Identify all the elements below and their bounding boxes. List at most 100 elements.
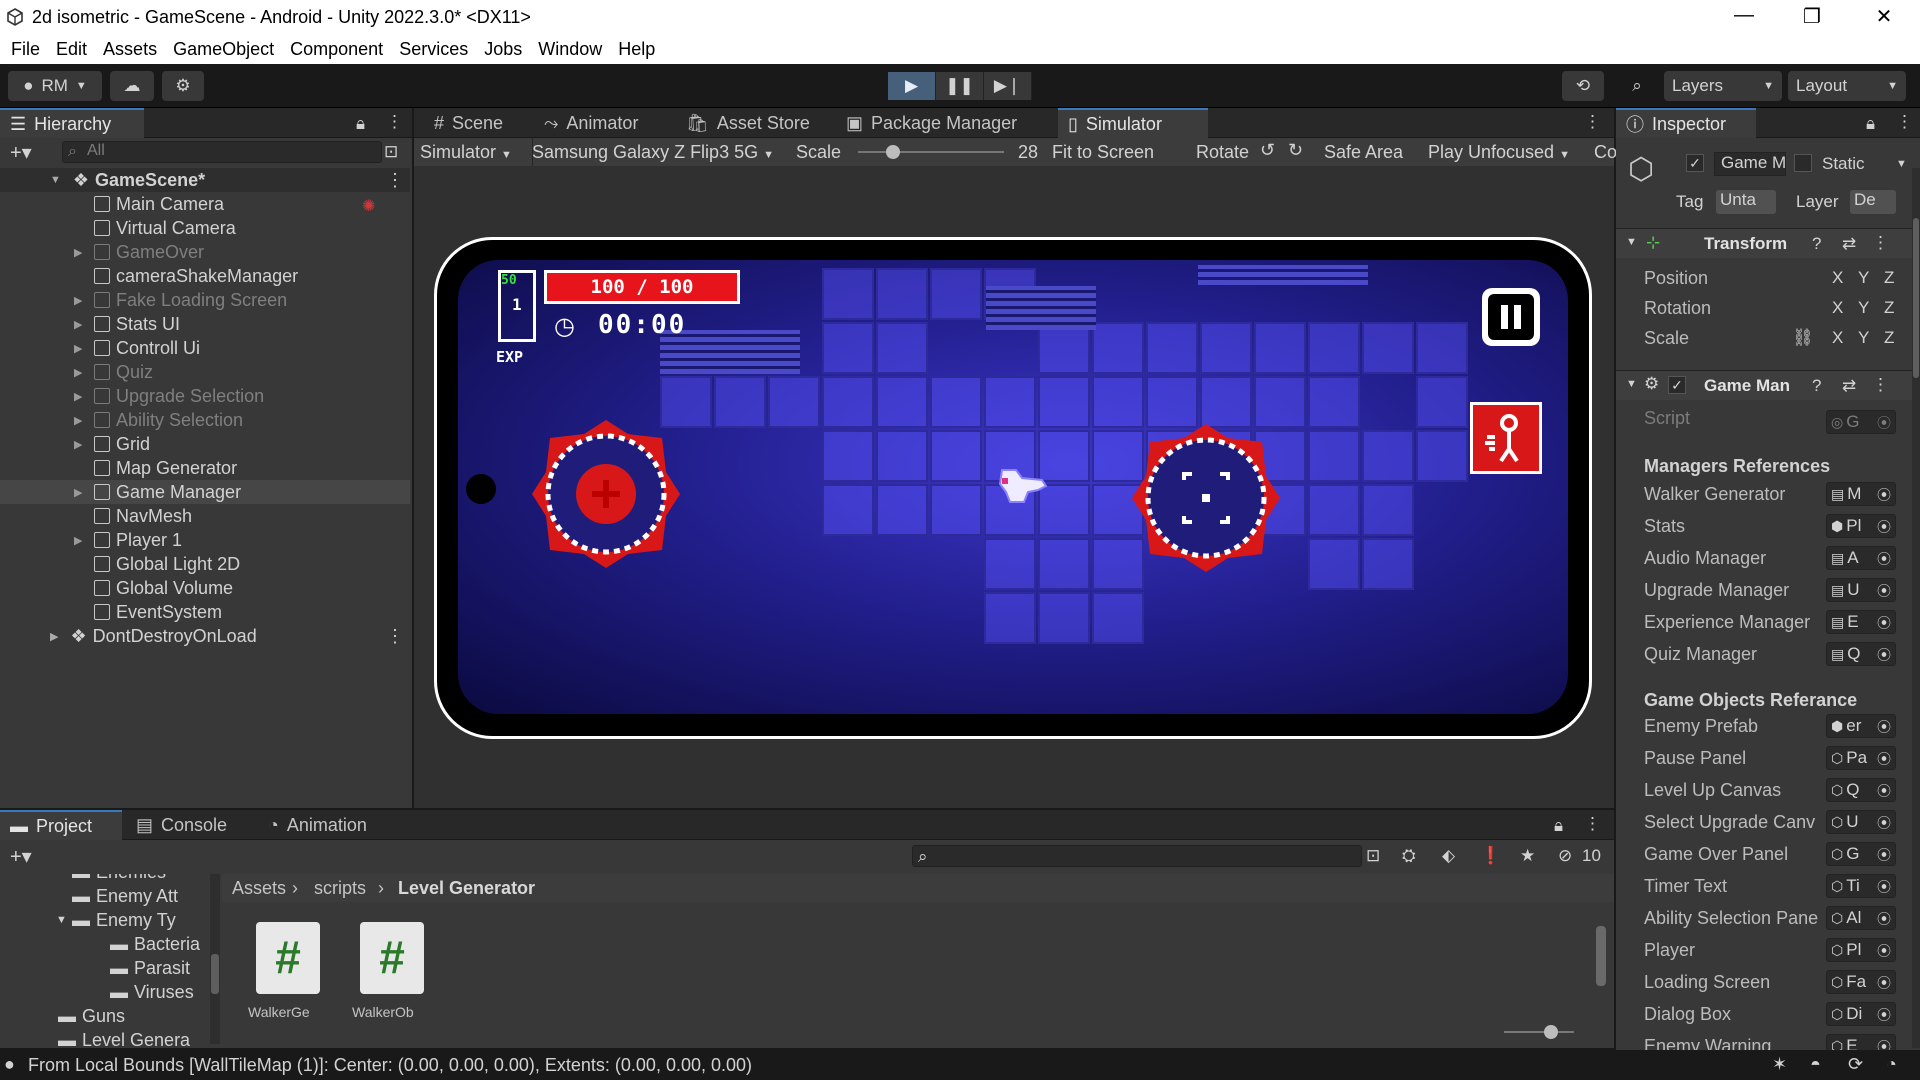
folder-item[interactable]: ▬ Guns: [58, 1004, 125, 1028]
scale-slider-handle[interactable]: [886, 145, 900, 159]
kebab-icon[interactable]: ⋮: [1896, 112, 1913, 132]
tab-simulator[interactable]: ▯ Simulator: [1058, 108, 1208, 138]
cache-icon[interactable]: ◓: [1810, 1054, 1821, 1075]
folder-item[interactable]: ▼ ▬ Enemy Ty: [56, 908, 176, 932]
kebab-icon[interactable]: ⋮: [1584, 814, 1601, 834]
lock-icon[interactable]: 🔒︎: [1554, 816, 1563, 836]
file-label[interactable]: WalkerGe: [248, 1004, 310, 1020]
object-picker-icon[interactable]: ⦿: [1877, 517, 1891, 537]
kebab-icon[interactable]: ⋮: [1584, 112, 1601, 132]
label-icon[interactable]: ⬖: [1442, 846, 1455, 866]
menu-help[interactable]: Help: [618, 39, 655, 60]
search-options-icon[interactable]: ⊡: [384, 142, 398, 162]
collapsed-arrow-icon[interactable]: ▶: [74, 534, 82, 547]
collapsed-arrow-icon[interactable]: ▶: [74, 438, 82, 451]
collapsed-arrow-icon[interactable]: ▶: [74, 342, 82, 355]
tab-asset-store[interactable]: 🛍︎ Asset Store: [676, 108, 820, 138]
dash-button[interactable]: [1470, 402, 1542, 474]
axis-field-y[interactable]: Y: [1858, 268, 1869, 288]
files-scrollbar[interactable]: [1596, 906, 1606, 1018]
object-field[interactable]: ⬡ G ⦿: [1826, 842, 1896, 866]
favorite-icon[interactable]: ★: [1520, 846, 1535, 866]
hierarchy-item[interactable]: ▶ Stats UI: [0, 312, 410, 336]
constrain-proportions-icon[interactable]: ⛓: [1792, 328, 1814, 348]
pause-button[interactable]: ❚❚: [936, 72, 984, 100]
kebab-icon[interactable]: ⋮: [1872, 375, 1889, 395]
close-icon[interactable]: ✕: [1864, 4, 1904, 30]
hierarchy-item[interactable]: ▶ Game Manager: [0, 480, 410, 504]
object-field[interactable]: ▤ E ⦿: [1826, 610, 1896, 634]
hierarchy-item[interactable]: NavMesh: [0, 504, 410, 528]
hierarchy-item[interactable]: Virtual Camera: [0, 216, 410, 240]
rotate-right-icon[interactable]: ↻: [1288, 140, 1303, 161]
object-picker-icon[interactable]: ⦿: [1877, 485, 1891, 505]
hierarchy-item[interactable]: Main Camera: [0, 192, 410, 216]
help-icon[interactable]: ?: [1812, 376, 1821, 396]
tab-project[interactable]: ▬ Project: [0, 810, 122, 840]
object-field[interactable]: ▤ M ⦿: [1826, 482, 1896, 506]
lock-icon[interactable]: 🔒︎: [356, 114, 365, 134]
collapsed-arrow-icon[interactable]: ▶: [74, 294, 82, 307]
project-search-input[interactable]: ⌕: [912, 845, 1362, 867]
play-mode-dropdown[interactable]: Play Unfocused ▼: [1428, 142, 1570, 163]
hierarchy-item[interactable]: ▶ Quiz: [0, 360, 410, 384]
layout-dropdown[interactable]: Layout ▼: [1788, 71, 1906, 101]
object-field[interactable]: ⬡ Fa ⦿: [1826, 970, 1896, 994]
axis-field-x[interactable]: X: [1832, 268, 1843, 288]
axis-field-z[interactable]: Z: [1884, 268, 1894, 288]
status-message[interactable]: From Local Bounds [WallTileMap (1)]: Cen…: [28, 1055, 752, 1076]
rotate-left-icon[interactable]: ↺: [1260, 140, 1275, 161]
expanded-arrow-icon[interactable]: ▼: [56, 914, 67, 926]
settings-icon[interactable]: ⇄: [1842, 376, 1856, 396]
menu-file[interactable]: File: [11, 39, 40, 60]
scene-row[interactable]: ▼ ❖ GameScene* ⋮: [0, 168, 410, 192]
object-field[interactable]: ⬡ Ti ⦿: [1826, 874, 1896, 898]
collapsed-arrow-icon[interactable]: ▶: [74, 246, 82, 259]
object-picker-icon[interactable]: ⦿: [1877, 941, 1891, 961]
breadcrumb-scripts[interactable]: scripts: [314, 878, 366, 899]
settings-icon[interactable]: ⇄: [1842, 234, 1856, 254]
auto-generate-icon[interactable]: ⟳: [1848, 1054, 1863, 1075]
kebab-icon[interactable]: ⋮: [386, 626, 404, 647]
axis-field-x[interactable]: X: [1832, 298, 1843, 318]
folder-item[interactable]: ▬ Level Genera: [58, 1028, 190, 1049]
tab-scene[interactable]: # Scene: [424, 108, 513, 138]
breadcrumb-assets[interactable]: Assets: [232, 878, 286, 899]
lock-icon[interactable]: 🔒︎: [1866, 114, 1875, 134]
folder-item[interactable]: ▬ Viruses: [110, 980, 194, 1004]
slider-handle[interactable]: [1544, 1025, 1558, 1039]
object-field[interactable]: ▤ U ⦿: [1826, 578, 1896, 602]
kebab-icon[interactable]: ⋮: [386, 170, 404, 191]
enabled-checkbox[interactable]: ✓: [1668, 376, 1686, 394]
safe-area-button[interactable]: Safe Area: [1324, 142, 1403, 163]
menu-services[interactable]: Services: [399, 39, 468, 60]
file-label[interactable]: WalkerOb: [352, 1004, 414, 1020]
hierarchy-item[interactable]: cameraShakeManager: [0, 264, 410, 288]
progress-icon[interactable]: ◔: [1886, 1054, 1897, 1075]
tree-scrollbar[interactable]: [210, 874, 220, 1044]
help-icon[interactable]: ?: [1812, 234, 1821, 254]
object-field[interactable]: ⬡ Pl ⦿: [1826, 938, 1896, 962]
hierarchy-item[interactable]: ▶ GameOver: [0, 240, 410, 264]
hierarchy-item[interactable]: EventSystem: [0, 600, 410, 624]
simulator-mode-dropdown[interactable]: Simulator ▼: [420, 142, 512, 163]
control-dropdown[interactable]: Co: [1594, 142, 1617, 163]
device-dropdown[interactable]: Samsung Galaxy Z Flip3 5G ▼: [532, 142, 774, 163]
object-field[interactable]: ▤ Q ⦿: [1826, 642, 1896, 666]
tab-animation[interactable]: ◔ Animation: [258, 810, 377, 840]
object-picker-icon[interactable]: ⦿: [1877, 581, 1891, 601]
object-picker-icon[interactable]: ⦿: [1877, 717, 1891, 737]
add-icon[interactable]: +▾: [10, 140, 32, 165]
inspector-scrollbar[interactable]: [1912, 168, 1920, 1048]
object-picker-icon[interactable]: ⦿: [1877, 645, 1891, 665]
folder-item[interactable]: ▬ Enemy Att: [72, 884, 178, 908]
hierarchy-item[interactable]: ▶ Grid: [0, 432, 410, 456]
transform-header[interactable]: ▼ ⊹ Transform ? ⇄ ⋮: [1616, 228, 1920, 258]
filter-type-icon[interactable]: ⛭: [1402, 846, 1416, 866]
hierarchy-item[interactable]: ▶ Fake Loading Screen: [0, 288, 410, 312]
kebab-icon[interactable]: ⋮: [1872, 233, 1889, 253]
icon-size-slider[interactable]: [1504, 1025, 1574, 1039]
menu-window[interactable]: Window: [538, 39, 602, 60]
hierarchy-item[interactable]: ▶ Player 1: [0, 528, 410, 552]
folder-item[interactable]: ▬ Bacteria: [110, 932, 200, 956]
